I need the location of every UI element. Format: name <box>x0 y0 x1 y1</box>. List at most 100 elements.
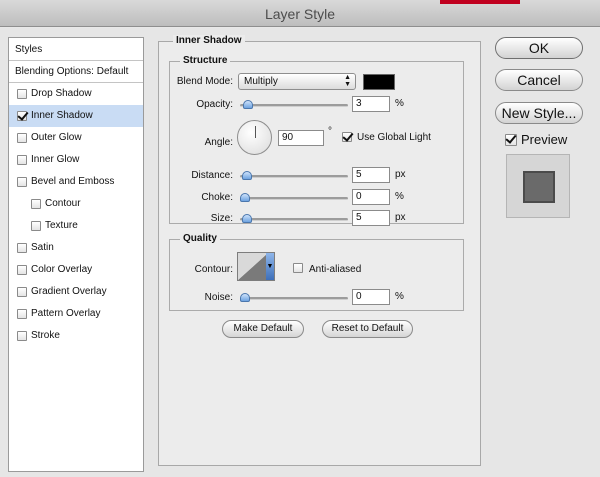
style-item-checkbox[interactable] <box>17 133 27 143</box>
style-item-inner-shadow[interactable]: Inner Shadow <box>9 105 143 127</box>
style-item-inner-glow[interactable]: Inner Glow <box>9 149 143 171</box>
preview-swatch <box>523 171 555 203</box>
angle-dial-needle <box>255 126 256 138</box>
style-item-contour[interactable]: Contour <box>9 193 143 215</box>
structure-group: Structure Blend Mode: Multiply ▲ ▼ Opacit… <box>169 55 464 226</box>
opacity-label: Opacity: <box>196 99 233 110</box>
choke-slider-knob[interactable] <box>240 193 250 202</box>
distance-input[interactable]: 5 <box>352 167 390 183</box>
opacity-unit: % <box>395 98 404 109</box>
angle-dial[interactable] <box>237 120 272 155</box>
style-item-label: Inner Glow <box>31 154 80 165</box>
style-items: Drop Shadow Inner Shadow Outer Glow Inner G… <box>9 83 143 347</box>
panel-title: Inner Shadow <box>173 35 245 46</box>
style-item-checkbox[interactable] <box>17 265 27 275</box>
noise-input[interactable]: 0 <box>352 289 390 305</box>
style-item-label: Pattern Overlay <box>31 308 101 319</box>
style-item-label: Color Overlay <box>31 264 93 275</box>
style-item-checkbox[interactable] <box>17 111 27 121</box>
style-item-checkbox[interactable] <box>31 221 41 231</box>
style-item-label: Bevel and Emboss <box>31 176 115 187</box>
use-global-light-checkbox[interactable] <box>342 132 352 142</box>
use-global-light-label: Use Global Light <box>357 132 431 143</box>
window-title: Layer Style <box>264 6 336 22</box>
quality-group: Quality Contour: ▼ Anti-aliased Noise: 0… <box>169 233 464 311</box>
opacity-slider[interactable] <box>240 100 348 109</box>
make-default-button[interactable]: Make Default <box>222 320 304 338</box>
style-item-drop-shadow[interactable]: Drop Shadow <box>9 83 143 105</box>
style-item-checkbox[interactable] <box>17 287 27 297</box>
style-item-pattern-overlay[interactable]: Pattern Overlay <box>9 303 143 325</box>
style-item-label: Texture <box>45 220 78 231</box>
blend-mode-select[interactable]: Multiply ▲ ▼ <box>238 73 356 90</box>
distance-unit: px <box>395 169 406 180</box>
style-item-checkbox[interactable] <box>17 243 27 253</box>
reset-to-default-button[interactable]: Reset to Default <box>322 320 413 338</box>
angle-label: Angle: <box>204 137 233 148</box>
style-item-label: Satin <box>31 242 54 253</box>
style-item-satin[interactable]: Satin <box>9 237 143 259</box>
size-label: Size: <box>210 213 233 224</box>
distance-label: Distance: <box>191 170 233 181</box>
style-item-label: Drop Shadow <box>31 88 92 99</box>
noise-slider[interactable] <box>240 293 348 302</box>
style-item-color-overlay[interactable]: Color Overlay <box>9 259 143 281</box>
style-item-stroke[interactable]: Stroke <box>9 325 143 347</box>
choke-slider[interactable] <box>240 193 348 202</box>
style-item-checkbox[interactable] <box>17 177 27 187</box>
style-item-checkbox[interactable] <box>17 155 27 165</box>
structure-title: Structure <box>180 55 231 66</box>
cancel-button[interactable]: Cancel <box>495 69 583 91</box>
choke-input[interactable]: 0 <box>352 189 390 205</box>
window-edge-marker <box>440 0 520 4</box>
blend-mode-label: Blend Mode: <box>176 76 233 87</box>
distance-slider[interactable] <box>240 171 348 180</box>
style-item-texture[interactable]: Texture <box>9 215 143 237</box>
style-item-gradient-overlay[interactable]: Gradient Overlay <box>9 281 143 303</box>
contour-dropdown-icon[interactable]: ▼ <box>266 253 274 280</box>
choke-label: Choke: <box>201 192 233 203</box>
title-bar: Layer Style <box>0 0 600 27</box>
choke-unit: % <box>395 191 404 202</box>
styles-list: Styles Blending Options: Default Drop Sh… <box>8 37 144 472</box>
noise-label: Noise: <box>204 292 233 303</box>
style-item-label: Stroke <box>31 330 60 341</box>
style-item-checkbox[interactable] <box>17 309 27 319</box>
style-item-label: Inner Shadow <box>31 110 93 121</box>
preview-label: Preview <box>521 132 568 147</box>
opacity-slider-knob[interactable] <box>242 100 253 109</box>
style-item-label: Gradient Overlay <box>31 286 107 297</box>
anti-aliased-checkbox[interactable] <box>293 263 303 273</box>
styles-header[interactable]: Styles <box>9 38 143 61</box>
size-slider-knob[interactable] <box>241 214 252 223</box>
size-slider[interactable] <box>240 214 348 223</box>
new-style-button[interactable]: New Style... <box>495 102 583 124</box>
contour-label: Contour: <box>194 264 233 275</box>
style-item-bevel-and-emboss[interactable]: Bevel and Emboss <box>9 171 143 193</box>
contour-curve-icon <box>238 253 268 280</box>
inner-shadow-panel: Inner Shadow Structure Blend Mode: Multi… <box>158 35 481 466</box>
dialog-body: Styles Blending Options: Default Drop Sh… <box>0 28 600 477</box>
preview-thumbnail <box>506 154 570 218</box>
style-item-checkbox[interactable] <box>17 89 27 99</box>
style-item-checkbox[interactable] <box>31 199 41 209</box>
style-item-outer-glow[interactable]: Outer Glow <box>9 127 143 149</box>
angle-input[interactable]: 90 <box>278 130 324 146</box>
noise-unit: % <box>395 291 404 302</box>
distance-slider-knob[interactable] <box>241 171 252 180</box>
blend-mode-value: Multiply <box>244 76 278 87</box>
angle-unit: ° <box>328 126 332 137</box>
size-input[interactable]: 5 <box>352 210 390 226</box>
style-item-label: Outer Glow <box>31 132 82 143</box>
style-item-label: Contour <box>45 198 81 209</box>
opacity-input[interactable]: 3 <box>352 96 390 112</box>
shadow-color-swatch[interactable] <box>363 74 395 90</box>
size-unit: px <box>395 212 406 223</box>
ok-button[interactable]: OK <box>495 37 583 59</box>
noise-slider-knob[interactable] <box>240 293 250 302</box>
contour-picker[interactable]: ▼ <box>237 252 275 281</box>
select-arrows-icon: ▲ ▼ <box>344 74 351 88</box>
style-item-checkbox[interactable] <box>17 331 27 341</box>
blending-options-item[interactable]: Blending Options: Default <box>9 61 143 83</box>
preview-checkbox[interactable] <box>505 134 517 146</box>
